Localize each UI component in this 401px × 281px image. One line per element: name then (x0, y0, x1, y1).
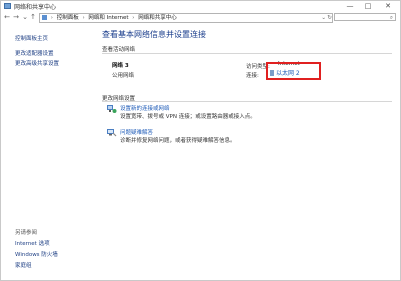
search-input[interactable]: ⌕ (334, 13, 396, 21)
setup-new-connection-link[interactable]: 设置新的连接或网络 (120, 104, 170, 112)
divider (102, 53, 392, 54)
troubleshoot-icon (107, 129, 117, 137)
refresh-icon[interactable]: ↻ (327, 14, 332, 22)
breadcrumb-control-panel[interactable]: 控制面板 (56, 15, 80, 21)
forward-arrow-icon[interactable]: → (12, 13, 20, 21)
connection-label: 连接: (246, 73, 259, 79)
control-panel-icon (42, 15, 47, 20)
sidebar-item-windows-firewall[interactable]: Windows 防火墙 (15, 250, 58, 258)
sidebar-item-change-advanced-sharing[interactable]: 更改高级共享设置 (15, 59, 59, 67)
maximize-button[interactable]: □ (361, 1, 375, 11)
address-field[interactable]: › 控制面板 › 网络和 Internet › 网络和共享中心 ⌄ ↻ (39, 13, 333, 23)
minimize-button[interactable]: — (343, 1, 357, 11)
see-also-title: 另请参阅 (15, 230, 38, 236)
active-networks-label: 查看活动网络 (102, 47, 136, 53)
network-type[interactable]: 公用网络 (112, 71, 134, 79)
divider (102, 101, 392, 102)
search-icon: ⌕ (389, 15, 393, 21)
sidebar-item-change-adapter-settings[interactable]: 更改适配器设置 (15, 49, 54, 57)
page-title: 查看基本网络信息并设置连接 (102, 30, 206, 39)
back-arrow-icon[interactable]: ← (3, 13, 11, 21)
breadcrumb-network-sharing-center[interactable]: 网络和共享中心 (137, 15, 178, 21)
address-bar: ← → ⌄ ↑ › 控制面板 › 网络和 Internet › 网络和共享中心 … (1, 12, 400, 23)
breadcrumb-separator: › (50, 15, 53, 21)
breadcrumb-network-internet[interactable]: 网络和 Internet (87, 15, 129, 21)
network-name: 网络 3 (112, 63, 129, 69)
setup-connection-description: 设置宽带、拨号或 VPN 连接；或设置路由器或接入点。 (120, 114, 256, 120)
breadcrumb-separator: › (82, 15, 85, 21)
network-setup-icon (107, 105, 117, 113)
recent-dropdown-icon[interactable]: ⌄ (21, 13, 29, 21)
network-center-app-icon (4, 3, 11, 9)
close-button[interactable]: ✕ (381, 1, 395, 11)
breadcrumb-separator: › (132, 15, 135, 21)
sidebar-item-homegroup[interactable]: 家庭组 (15, 261, 32, 269)
sidebar-item-control-panel-home[interactable]: 控制面板主页 (15, 34, 48, 42)
highlight-annotation-box (266, 62, 321, 80)
sidebar: 控制面板主页 更改适配器设置 更改高级共享设置 另请参阅 Internet 选项… (1, 24, 89, 280)
troubleshoot-link[interactable]: 问题疑难解答 (120, 128, 153, 136)
title-bar: 网络和共享中心 — □ ✕ (1, 1, 400, 12)
address-dropdown-icon[interactable]: ⌄ (321, 14, 326, 22)
sidebar-item-internet-options[interactable]: Internet 选项 (15, 239, 50, 247)
troubleshoot-description: 诊断并修复网络问题，或者获得疑难解答信息。 (120, 138, 236, 144)
main-content: 查看基本网络信息并设置连接 查看活动网络 网络 3 公用网络 访问类型: Int… (98, 24, 400, 280)
window-title: 网络和共享中心 (14, 4, 57, 11)
network-sharing-center-window: 网络和共享中心 — □ ✕ ← → ⌄ ↑ › 控制面板 › 网络和 Inter… (0, 0, 401, 281)
up-arrow-icon[interactable]: ↑ (29, 13, 37, 21)
